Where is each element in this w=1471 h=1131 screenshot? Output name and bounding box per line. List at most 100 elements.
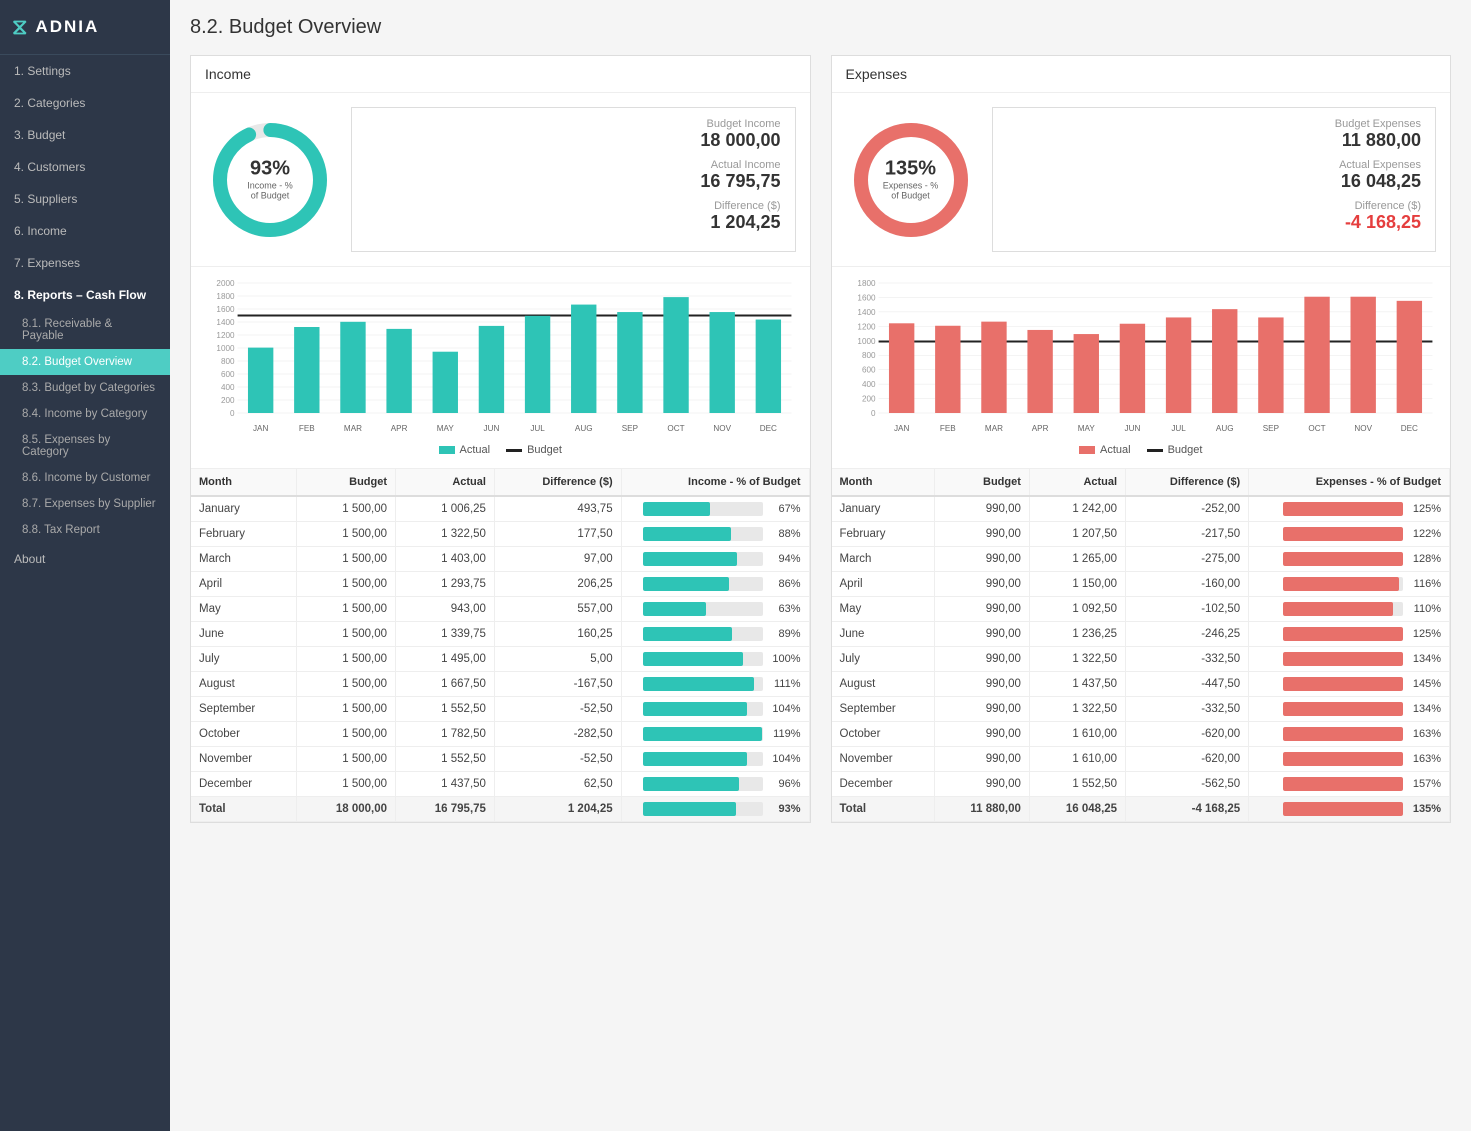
cell-pct: 128% xyxy=(1249,547,1450,572)
cell-budget: 990,00 xyxy=(934,572,1029,597)
cell-budget: 990,00 xyxy=(934,496,1029,522)
svg-text:800: 800 xyxy=(861,351,875,360)
cell-diff: 177,50 xyxy=(494,522,621,547)
cell-diff: -332,50 xyxy=(1126,697,1249,722)
expenses-legend: Actual Budget xyxy=(846,440,1437,462)
sidebar-item-budget[interactable]: 3. Budget xyxy=(0,119,170,151)
expenses-actual-color xyxy=(1079,446,1095,454)
expenses-panel-title: Expenses xyxy=(832,56,1451,93)
cell-budget: 1 500,00 xyxy=(297,496,396,522)
sidebar-item-budget-cat[interactable]: 8.3. Budget by Categories xyxy=(0,375,170,401)
cell-actual: 1 265,00 xyxy=(1029,547,1125,572)
cell-month: February xyxy=(832,522,935,547)
cell-total-budget: 18 000,00 xyxy=(297,797,396,822)
sidebar-label-budget-cat: 8.3. Budget by Categories xyxy=(22,382,155,394)
table-row: February 1 500,00 1 322,50 177,50 88% xyxy=(191,522,809,547)
cell-pct: 163% xyxy=(1249,722,1450,747)
sidebar-item-suppliers[interactable]: 5. Suppliers xyxy=(0,183,170,215)
expenses-legend-actual: Actual xyxy=(1079,444,1131,456)
expenses-budget-stat: Budget Expenses 11 880,00 xyxy=(1007,118,1422,151)
sidebar-item-budget-overview[interactable]: 8.2. Budget Overview xyxy=(0,349,170,375)
sidebar-item-tax[interactable]: 8.8. Tax Report xyxy=(0,517,170,543)
sidebar-item-inc-cat[interactable]: 8.4. Income by Category xyxy=(0,401,170,427)
svg-text:MAY: MAY xyxy=(437,424,455,433)
svg-text:APR: APR xyxy=(1031,424,1048,433)
cell-total-month: Total xyxy=(832,797,935,822)
svg-text:1400: 1400 xyxy=(216,318,235,327)
expenses-table: Month Budget Actual Difference ($) Expen… xyxy=(832,469,1451,822)
cell-month: April xyxy=(832,572,935,597)
logo-text: ADNIA xyxy=(35,17,99,37)
table-total-row: Total 18 000,00 16 795,75 1 204,25 93% xyxy=(191,797,809,822)
expenses-diff-value: -4 168,25 xyxy=(1007,212,1422,233)
cell-pct: 104% xyxy=(621,697,809,722)
cell-month: August xyxy=(191,672,297,697)
expenses-th-month: Month xyxy=(832,469,935,496)
sidebar-item-categories[interactable]: 2. Categories xyxy=(0,87,170,119)
cell-total-actual: 16 795,75 xyxy=(396,797,495,822)
svg-text:200: 200 xyxy=(861,395,875,404)
svg-text:400: 400 xyxy=(861,380,875,389)
income-diff-value: 1 204,25 xyxy=(366,212,781,233)
sidebar-item-exp-sup[interactable]: 8.7. Expenses by Supplier xyxy=(0,491,170,517)
cell-diff: -167,50 xyxy=(494,672,621,697)
sidebar-item-about[interactable]: About xyxy=(0,543,170,575)
cell-pct: 89% xyxy=(621,622,809,647)
sidebar-item-inc-cust[interactable]: 8.6. Income by Customer xyxy=(0,465,170,491)
cell-actual: 1 293,75 xyxy=(396,572,495,597)
table-row: May 990,00 1 092,50 -102,50 110% xyxy=(832,597,1450,622)
expenses-actual-stat: Actual Expenses 16 048,25 xyxy=(1007,159,1422,192)
cell-month: July xyxy=(832,647,935,672)
income-legend-actual: Actual xyxy=(439,444,491,456)
cell-total-month: Total xyxy=(191,797,297,822)
cell-actual: 1 495,00 xyxy=(396,647,495,672)
expenses-diff-stat: Difference ($) -4 168,25 xyxy=(1007,200,1422,233)
cell-budget: 1 500,00 xyxy=(297,672,396,697)
cell-total-actual: 16 048,25 xyxy=(1029,797,1125,822)
income-donut: 93% Income - %of Budget xyxy=(205,115,335,245)
cell-pct: 100% xyxy=(621,647,809,672)
cell-diff: -275,00 xyxy=(1126,547,1249,572)
sidebar-item-rec-pay[interactable]: 8.1. Receivable & Payable xyxy=(0,311,170,349)
cell-budget: 990,00 xyxy=(934,647,1029,672)
cell-month: April xyxy=(191,572,297,597)
cell-budget: 1 500,00 xyxy=(297,522,396,547)
cell-diff: -217,50 xyxy=(1126,522,1249,547)
cell-month: June xyxy=(191,622,297,647)
svg-text:1800: 1800 xyxy=(857,279,876,288)
sidebar-item-income[interactable]: 6. Income xyxy=(0,215,170,247)
cell-diff: -252,00 xyxy=(1126,496,1249,522)
sidebar-item-reports[interactable]: 8. Reports – Cash Flow xyxy=(0,279,170,311)
cell-diff: -52,50 xyxy=(494,747,621,772)
income-bar-chart: 0200400600800100012001400160018002000JAN… xyxy=(205,277,796,437)
svg-text:APR: APR xyxy=(391,424,408,433)
table-row: October 1 500,00 1 782,50 -282,50 119% xyxy=(191,722,809,747)
income-diff-label: Difference ($) xyxy=(366,200,781,212)
svg-text:2000: 2000 xyxy=(216,279,235,288)
sidebar-label-exp-sup: 8.7. Expenses by Supplier xyxy=(22,498,156,510)
cell-month: November xyxy=(191,747,297,772)
sidebar-item-expenses[interactable]: 7. Expenses xyxy=(0,247,170,279)
svg-text:1200: 1200 xyxy=(857,322,876,331)
table-row: April 1 500,00 1 293,75 206,25 86% xyxy=(191,572,809,597)
sidebar: ⧖ADNIA1. Settings2. Categories3. Budget4… xyxy=(0,0,170,1131)
cell-pct: 111% xyxy=(621,672,809,697)
cell-month: November xyxy=(832,747,935,772)
svg-text:1000: 1000 xyxy=(216,344,235,353)
svg-text:JAN: JAN xyxy=(253,424,269,433)
income-legend: Actual Budget xyxy=(205,440,796,462)
sidebar-item-customers[interactable]: 4. Customers xyxy=(0,151,170,183)
sidebar-item-settings[interactable]: 1. Settings xyxy=(0,55,170,87)
cell-pct: 134% xyxy=(1249,697,1450,722)
svg-text:400: 400 xyxy=(221,383,235,392)
svg-text:1400: 1400 xyxy=(857,308,876,317)
table-row: January 1 500,00 1 006,25 493,75 67% xyxy=(191,496,809,522)
expenses-legend-budget-label: Budget xyxy=(1168,444,1203,456)
sidebar-item-exp-cat[interactable]: 8.5. Expenses by Category xyxy=(0,427,170,465)
cell-total-budget: 11 880,00 xyxy=(934,797,1029,822)
table-row: September 990,00 1 322,50 -332,50 134% xyxy=(832,697,1450,722)
income-donut-center: 93% Income - %of Budget xyxy=(247,157,293,202)
expenses-table-header-row: Month Budget Actual Difference ($) Expen… xyxy=(832,469,1450,496)
cell-budget: 990,00 xyxy=(934,547,1029,572)
expenses-th-pct: Expenses - % of Budget xyxy=(1249,469,1450,496)
